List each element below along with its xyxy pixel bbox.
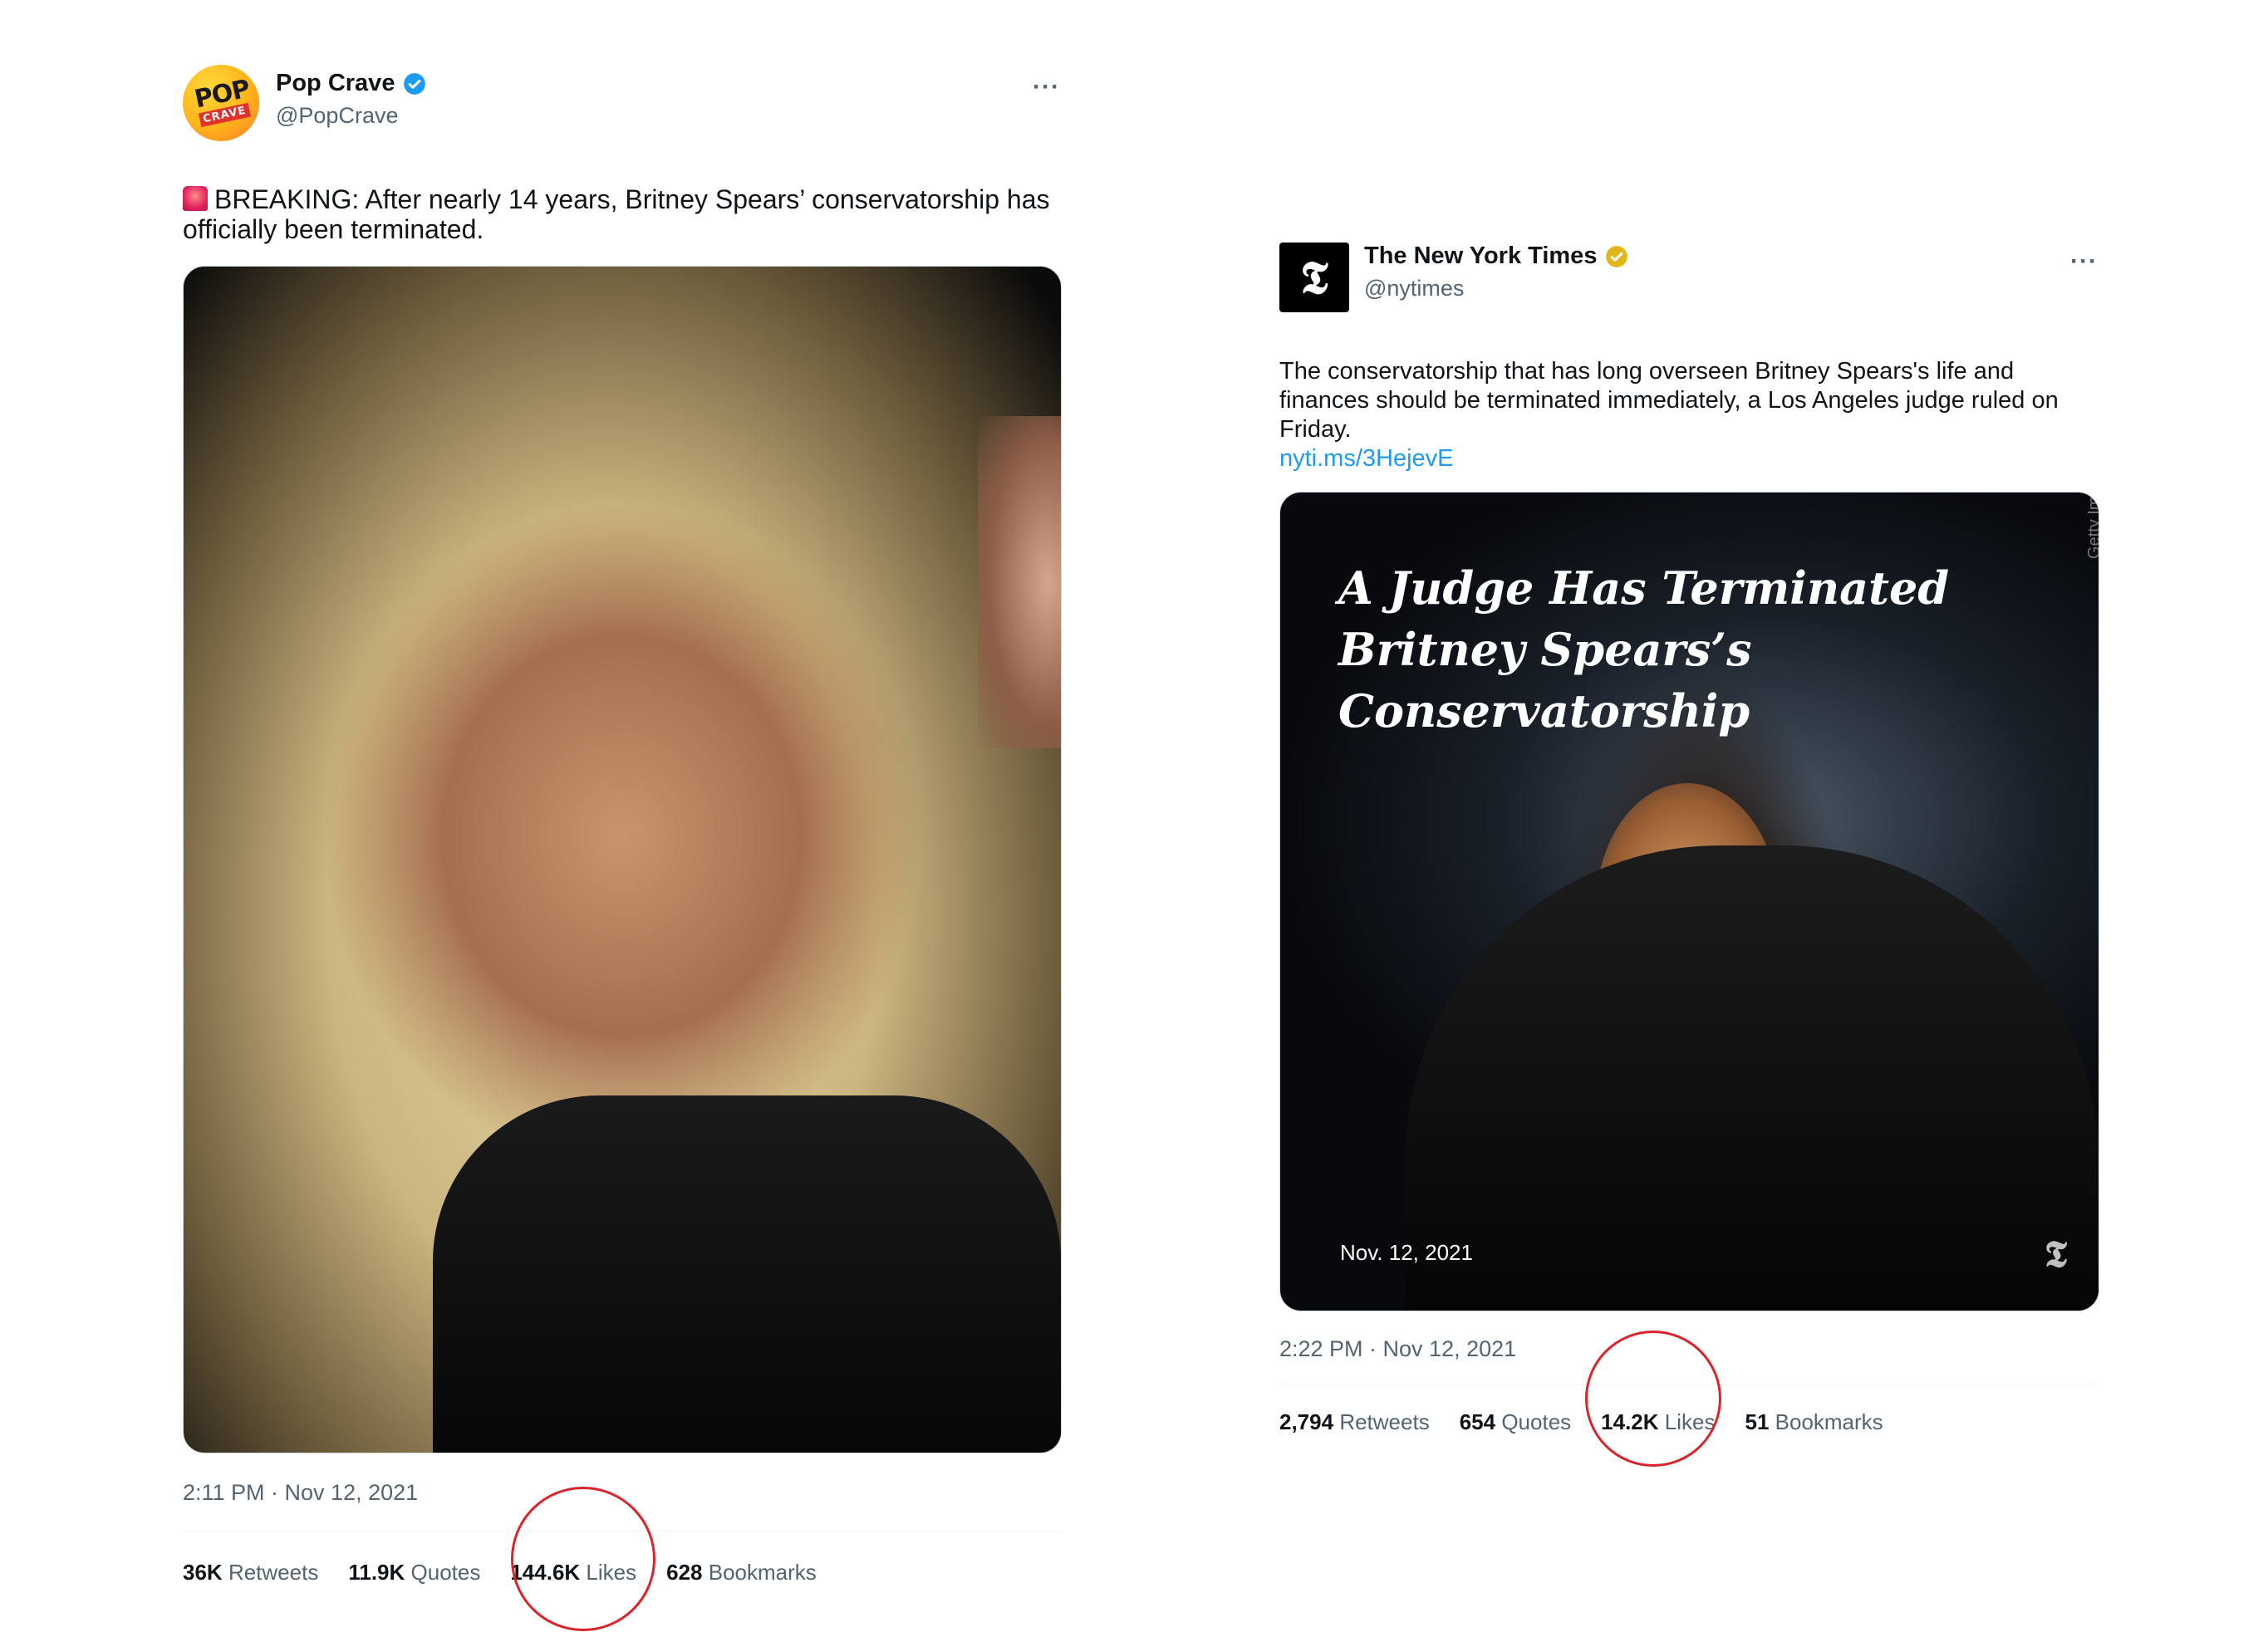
stat-label: Quotes: [410, 1560, 481, 1585]
tweet-nytimes: 𝕿 The New York Times @nytimes ··· The co…: [1279, 239, 2099, 1435]
stat-value: 51: [1745, 1409, 1770, 1434]
stat-label: Bookmarks: [708, 1560, 817, 1585]
stat-retweets[interactable]: 2,794 Retweets: [1279, 1409, 1430, 1435]
stat-value: 628: [666, 1560, 703, 1585]
author-row: Pop Crave: [276, 70, 426, 97]
avatar[interactable]: POP CRAVE: [183, 65, 259, 141]
stat-value: 2,794: [1279, 1409, 1334, 1434]
author-name[interactable]: The New York Times: [1364, 243, 1597, 270]
photo-subject-figure: [1405, 845, 2099, 1311]
tweet-link[interactable]: nyti.ms/3HejevE: [1279, 444, 2098, 473]
tweet-header: 𝕿 The New York Times @nytimes ···: [1279, 239, 2098, 322]
tweet-text-body: The conservatorship that has long overse…: [1279, 358, 2059, 443]
author-handle[interactable]: @nytimes: [1364, 276, 1464, 301]
tweet-photo[interactable]: [183, 266, 1062, 1453]
photo-background-hand: [978, 416, 1061, 748]
stat-quotes[interactable]: 11.9K Quotes: [348, 1560, 480, 1585]
stat-label: Quotes: [1501, 1409, 1572, 1434]
tweet-header: POP CRAVE Pop Crave @PopCrave ···: [183, 65, 1060, 148]
likes-highlight-circle: [1585, 1331, 1721, 1467]
avatar[interactable]: 𝕿: [1279, 243, 1349, 312]
stat-retweets[interactable]: 36K Retweets: [183, 1560, 318, 1585]
photo-credit: Getty Images: [2085, 493, 2099, 559]
photo-subject-turtleneck: [433, 1095, 1061, 1453]
tweet-photo[interactable]: A Judge Has Terminated Britney Spears’s …: [1279, 492, 2099, 1311]
image-date: Nov. 12, 2021: [1340, 1240, 1473, 1265]
stat-bookmarks[interactable]: 51 Bookmarks: [1745, 1409, 1883, 1435]
tweet-text: The conservatorship that has long overse…: [1279, 357, 2098, 473]
more-options-icon[interactable]: ···: [2070, 247, 2098, 276]
stat-value: 36K: [183, 1560, 223, 1585]
headline-line-1: A Judge Has Terminated: [1338, 561, 1950, 615]
stat-label: Retweets: [228, 1560, 319, 1585]
image-headline: A Judge Has Terminated Britney Spears’s …: [1338, 557, 2099, 742]
verified-badge-icon: [1605, 245, 1628, 268]
stat-quotes[interactable]: 654 Quotes: [1460, 1409, 1571, 1435]
headline-line-2: Britney Spears’s Conservatorship: [1338, 623, 1752, 738]
nyt-logo-icon: 𝕿: [1300, 251, 1328, 304]
stat-value: 654: [1459, 1409, 1496, 1434]
stat-label: Bookmarks: [1775, 1409, 1883, 1434]
more-options-icon[interactable]: ···: [1033, 73, 1060, 101]
likes-highlight-circle: [511, 1487, 655, 1631]
author-handle[interactable]: @PopCrave: [276, 103, 398, 129]
author-row: The New York Times: [1364, 243, 1628, 270]
verified-badge-icon: [403, 72, 426, 96]
tweet-popcrave: POP CRAVE Pop Crave @PopCrave ··· BREAKI…: [183, 65, 1062, 1585]
author-name[interactable]: Pop Crave: [276, 70, 395, 97]
nyt-logo-icon: 𝕿: [2044, 1233, 2067, 1276]
tweet-text-body: BREAKING: After nearly 14 years, Britney…: [183, 184, 1050, 244]
stat-bookmarks[interactable]: 628 Bookmarks: [666, 1560, 817, 1585]
tweet-text: BREAKING: After nearly 14 years, Britney…: [183, 184, 1060, 244]
siren-icon: [183, 186, 208, 211]
stat-value: 11.9K: [348, 1560, 405, 1585]
stat-label: Retweets: [1339, 1409, 1430, 1434]
